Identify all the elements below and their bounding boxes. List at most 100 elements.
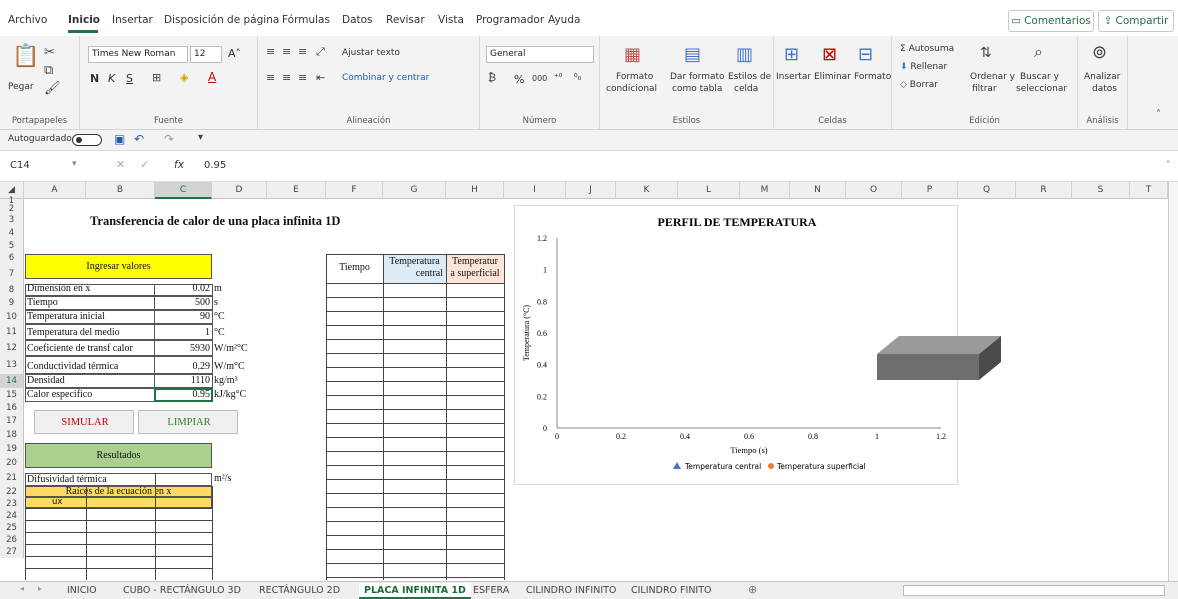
menu-programador[interactable]: Programador xyxy=(476,14,544,26)
search-icon[interactable]: ⌕ xyxy=(1034,44,1043,60)
column-header-M[interactable]: M xyxy=(740,182,790,199)
cell-styles-icon[interactable]: ▥ xyxy=(736,46,753,64)
sheet-tab-1[interactable]: CUBO - RECTÁNGULO 3D xyxy=(118,583,246,599)
undo-icon[interactable]: ↶ xyxy=(134,133,144,145)
share-button[interactable]: ⇪ Compartir xyxy=(1098,10,1174,32)
autosum-button[interactable]: Σ Autosuma xyxy=(900,44,954,54)
insert-function-button[interactable]: fx xyxy=(174,159,184,171)
conditional-format-label2[interactable]: condicional xyxy=(606,84,657,94)
align-middle-icon[interactable]: ≡ xyxy=(282,46,291,57)
sheet-tab-0[interactable]: INICIO xyxy=(62,583,102,599)
analyze-label2[interactable]: datos xyxy=(1092,84,1117,94)
bold-button[interactable]: N xyxy=(90,72,99,85)
temperature-chart[interactable]: PERFIL DE TEMPERATURA 0 0.2 0.4 0.6 0.8 1 1.2 0 0… xyxy=(514,205,1001,485)
grow-font-icon[interactable]: A˄ xyxy=(228,47,241,60)
row-header-20[interactable]: 20 xyxy=(0,456,24,470)
row-header-14[interactable]: 14 xyxy=(0,374,24,388)
column-header-K[interactable]: K xyxy=(616,182,678,199)
row-header-12[interactable]: 12 xyxy=(0,340,24,356)
decrease-decimal-icon[interactable]: ⁰₀ xyxy=(574,73,581,83)
percent-button[interactable]: % xyxy=(514,73,524,86)
name-box[interactable]: C14 xyxy=(10,160,30,171)
horizontal-scrollbar[interactable] xyxy=(903,585,1165,596)
menu-archivo[interactable]: Archivo xyxy=(8,14,47,26)
sort-label2[interactable]: filtrar xyxy=(972,84,997,94)
paste-icon[interactable]: 📋 xyxy=(12,46,39,68)
menu-inicio[interactable]: Inicio xyxy=(68,14,100,26)
menu-formulas[interactable]: Fórmulas xyxy=(282,14,330,26)
save-icon[interactable]: ▣ xyxy=(114,133,125,145)
menu-vista[interactable]: Vista xyxy=(438,14,464,26)
paste-label[interactable]: Pegar xyxy=(8,82,34,92)
clear-button-sheet[interactable]: LIMPIAR xyxy=(138,410,238,434)
cut-icon[interactable]: ✂ xyxy=(44,46,55,59)
tab-scroll-right-icon[interactable]: ▸ xyxy=(38,585,42,593)
customize-icon[interactable]: ▾ xyxy=(198,133,203,143)
autosave-toggle[interactable] xyxy=(72,134,102,146)
column-header-G[interactable]: G xyxy=(383,182,446,199)
vertical-scrollbar[interactable] xyxy=(1168,182,1178,581)
redo-icon[interactable]: ↷ xyxy=(164,133,174,145)
wrap-text-button[interactable]: Ajustar texto xyxy=(342,48,400,58)
conditional-format-icon[interactable]: ▦ xyxy=(624,46,641,64)
row-header-10[interactable]: 10 xyxy=(0,310,24,324)
align-right-icon[interactable]: ≡ xyxy=(298,72,307,83)
column-header-P[interactable]: P xyxy=(902,182,958,199)
conditional-format-label[interactable]: Formato xyxy=(616,72,653,82)
row-header-22[interactable]: 22 xyxy=(0,486,24,498)
format-table-icon[interactable]: ▤ xyxy=(684,46,701,64)
add-sheet-icon[interactable]: ⊕ xyxy=(748,584,757,595)
cancel-icon[interactable]: ✕ xyxy=(116,159,125,170)
fill-color-icon[interactable]: ◈ xyxy=(180,72,188,83)
column-header-Q[interactable]: Q xyxy=(958,182,1016,199)
thousands-button[interactable]: 000 xyxy=(532,74,547,83)
formula-input[interactable]: 0.95 xyxy=(204,160,226,171)
format-table-label[interactable]: Dar formato xyxy=(670,72,725,82)
row-header-23[interactable]: 23 xyxy=(0,498,24,510)
column-header-B[interactable]: B xyxy=(86,182,155,199)
sheet-tab-2[interactable]: RECTÁNGULO 2D xyxy=(254,583,345,599)
row-header-27[interactable]: 27 xyxy=(0,546,24,558)
delete-label[interactable]: Eliminar xyxy=(814,72,851,82)
column-header-L[interactable]: L xyxy=(678,182,740,199)
clear-button[interactable]: ◇ Borrar xyxy=(900,80,938,90)
row-header-5[interactable]: 5 xyxy=(0,240,24,252)
column-header-H[interactable]: H xyxy=(446,182,504,199)
row-header-19[interactable]: 19 xyxy=(0,442,24,456)
row-header-11[interactable]: 11 xyxy=(0,324,24,340)
format-label[interactable]: Formato xyxy=(854,72,891,82)
underline-button[interactable]: S xyxy=(126,72,133,85)
column-header-A[interactable]: A xyxy=(24,182,86,199)
cell-styles-label[interactable]: Estilos de xyxy=(728,72,771,82)
row-header-21[interactable]: 21 xyxy=(0,470,24,486)
copy-icon[interactable]: ⧉ xyxy=(44,64,53,77)
find-label[interactable]: Buscar y xyxy=(1020,72,1059,82)
italic-button[interactable]: K xyxy=(108,72,115,85)
align-top-icon[interactable]: ≡ xyxy=(266,46,275,57)
comments-button[interactable]: ▭ Comentarios xyxy=(1008,10,1094,32)
merge-center-button[interactable]: Combinar y centrar xyxy=(342,73,429,83)
orientation-icon[interactable]: ⤢ xyxy=(316,46,325,57)
font-name-select[interactable]: Times New Roman xyxy=(88,46,188,63)
expand-formula-icon[interactable]: ˄ xyxy=(1166,161,1170,169)
row-header-6[interactable]: 6 xyxy=(0,252,24,264)
tab-scroll-left-icon[interactable]: ◂ xyxy=(20,585,24,593)
row-header-9[interactable]: 9 xyxy=(0,296,24,310)
row-header-24[interactable]: 24 xyxy=(0,510,24,522)
column-header-S[interactable]: S xyxy=(1072,182,1130,199)
row-header-3[interactable]: 3 xyxy=(0,214,24,226)
borders-icon[interactable]: ⊞ xyxy=(152,72,161,83)
row-header-17[interactable]: 17 xyxy=(0,414,24,428)
format-painter-icon[interactable]: 🖌 xyxy=(44,82,61,95)
currency-icon[interactable]: ₿ xyxy=(488,72,496,83)
column-header-C[interactable]: C xyxy=(155,182,212,199)
menu-datos[interactable]: Datos xyxy=(342,14,373,26)
sort-filter-icon[interactable]: ⇅ xyxy=(980,46,992,60)
row-header-25[interactable]: 25 xyxy=(0,522,24,534)
column-header-R[interactable]: R xyxy=(1016,182,1072,199)
cell-styles-label2[interactable]: celda xyxy=(734,84,758,94)
align-bottom-icon[interactable]: ≡ xyxy=(298,46,307,57)
column-header-I[interactable]: I xyxy=(504,182,566,199)
analyze-data-icon[interactable]: ⊚ xyxy=(1092,44,1107,62)
number-format-select[interactable]: General xyxy=(486,46,594,63)
